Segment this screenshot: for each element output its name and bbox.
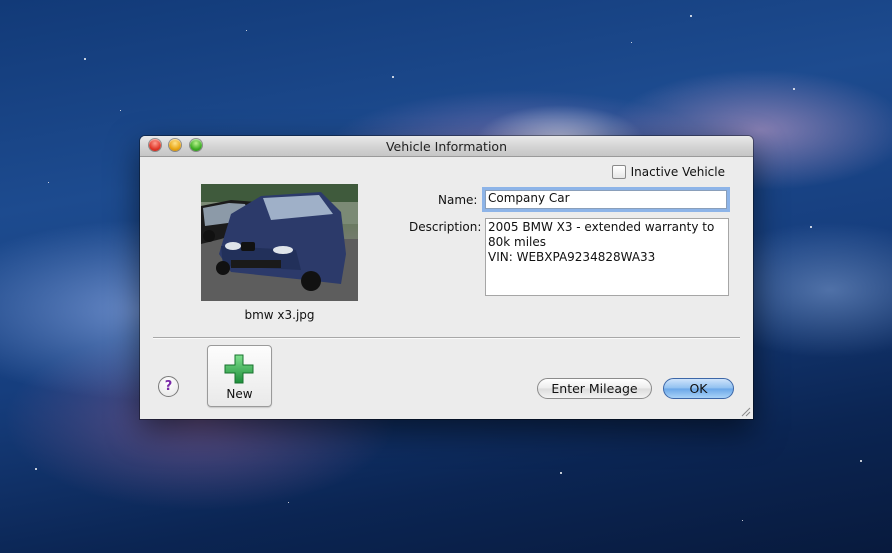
photo-filename: bmw x3.jpg bbox=[244, 308, 315, 322]
vehicle-photo[interactable] bbox=[201, 184, 358, 301]
new-button[interactable]: New bbox=[207, 345, 272, 407]
window-title: Vehicle Information bbox=[385, 139, 508, 154]
inactive-vehicle-label: Inactive Vehicle bbox=[630, 165, 725, 179]
resize-grip-icon[interactable] bbox=[739, 405, 751, 417]
title-bar[interactable]: Vehicle Information bbox=[140, 136, 753, 157]
new-button-label: New bbox=[226, 387, 253, 401]
enter-mileage-button[interactable]: Enter Mileage bbox=[537, 378, 652, 399]
help-button[interactable]: ? bbox=[158, 376, 179, 397]
separator bbox=[153, 337, 740, 339]
question-mark-icon: ? bbox=[164, 379, 173, 394]
description-field[interactable]: 2005 BMW X3 - extended warranty to 80k m… bbox=[485, 218, 729, 296]
inactive-vehicle-checkbox[interactable] bbox=[611, 165, 626, 179]
description-label: Description: bbox=[409, 220, 482, 234]
green-plus-icon bbox=[224, 354, 254, 384]
car-photo-image bbox=[201, 184, 358, 301]
vehicle-information-dialog: Vehicle Information Inactive Vehicle bmw… bbox=[140, 136, 753, 419]
inactive-vehicle-option[interactable]: Inactive Vehicle bbox=[611, 165, 725, 179]
ok-button[interactable]: OK bbox=[663, 378, 734, 399]
name-label: Name: bbox=[438, 193, 478, 207]
name-field[interactable]: Company Car bbox=[485, 190, 727, 209]
